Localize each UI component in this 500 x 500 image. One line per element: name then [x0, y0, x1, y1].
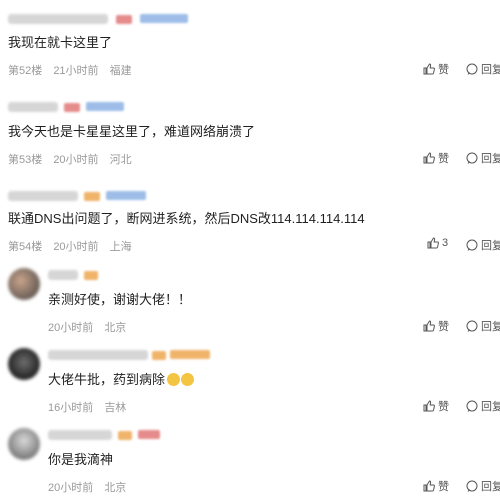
- username-blurred[interactable]: [8, 14, 108, 24]
- like-button[interactable]: 赞: [423, 398, 449, 414]
- comment-icon: [466, 152, 478, 164]
- comment-location: 福建: [109, 65, 132, 77]
- reply-label: 回复: [481, 153, 500, 165]
- vip-badge: [140, 14, 188, 23]
- avatar[interactable]: [8, 428, 40, 460]
- comment-meta: 第52楼 21小时前 福建: [8, 62, 140, 78]
- comment-icon: [466, 400, 478, 412]
- floor-number: 第54楼: [8, 241, 43, 253]
- level-badge: [84, 271, 98, 280]
- comment-time: 20小时前: [53, 241, 99, 253]
- reply-meta: 20小时前 北京: [48, 319, 134, 335]
- like-button[interactable]: 赞: [423, 61, 449, 77]
- reply-location: 北京: [104, 322, 127, 334]
- reply-label: 回复: [481, 240, 500, 252]
- username-blurred[interactable]: [8, 102, 58, 112]
- like-button[interactable]: 赞: [423, 318, 449, 334]
- like-label: 赞: [438, 153, 449, 165]
- level-badge: [152, 351, 166, 360]
- vip-badge: [138, 430, 160, 439]
- like-label: 赞: [438, 481, 449, 493]
- reply-button[interactable]: 回复: [466, 61, 500, 77]
- reply-time: 16小时前: [48, 402, 94, 414]
- reply-label: 回复: [481, 481, 500, 493]
- reply-text: 你是我滴神: [48, 452, 114, 467]
- reply-button[interactable]: 回复: [466, 237, 500, 253]
- reply-button[interactable]: 回复: [466, 150, 500, 166]
- username-blurred[interactable]: [48, 350, 148, 360]
- emoji-icon: [181, 373, 195, 386]
- level-badge: [118, 431, 132, 440]
- username-blurred[interactable]: [48, 270, 78, 280]
- floor-number: 第52楼: [8, 65, 43, 77]
- reply-text: 大佬牛批，药到病除: [48, 372, 195, 388]
- like-button[interactable]: 赞: [423, 150, 449, 166]
- level-badge: [84, 192, 100, 201]
- comment-icon: [466, 63, 478, 75]
- avatar[interactable]: [8, 268, 40, 300]
- reply-label: 回复: [481, 321, 500, 333]
- reply-button[interactable]: 回复: [466, 478, 500, 494]
- reply-button[interactable]: 回复: [466, 318, 500, 334]
- thumbs-up-icon: [423, 480, 435, 492]
- thumbs-up-icon: [423, 63, 435, 75]
- level-badge: [64, 103, 80, 112]
- comment-icon: [466, 239, 478, 251]
- thumbs-up-icon: [427, 237, 439, 249]
- reply-meta: 20小时前 北京: [48, 479, 134, 495]
- reply-text-body: 大佬牛批，药到病除: [48, 372, 166, 387]
- reply-time: 20小时前: [48, 322, 94, 334]
- like-label: 赞: [438, 64, 449, 76]
- reply-label: 回复: [481, 401, 500, 413]
- like-label: 赞: [438, 401, 449, 413]
- level-badge: [116, 15, 132, 24]
- reply-button[interactable]: 回复: [466, 398, 500, 414]
- comment-meta: 第54楼 20小时前 上海: [8, 238, 140, 254]
- like-button[interactable]: 赞: [423, 478, 449, 494]
- like-label: 赞: [438, 321, 449, 333]
- comment-location: 上海: [109, 241, 132, 253]
- vip-badge: [170, 350, 210, 359]
- like-button[interactable]: 3: [427, 237, 448, 249]
- comment-text: 我现在就卡这里了: [8, 35, 113, 50]
- emoji-icon: [167, 373, 181, 386]
- vip-badge: [106, 191, 146, 200]
- avatar[interactable]: [8, 348, 40, 380]
- reply-time: 20小时前: [48, 482, 94, 494]
- thumbs-up-icon: [423, 400, 435, 412]
- username-blurred[interactable]: [48, 430, 112, 440]
- reply-location: 吉林: [104, 402, 127, 414]
- reply-meta: 16小时前 吉林: [48, 399, 134, 415]
- thumbs-up-icon: [423, 152, 435, 164]
- reply-text: 亲测好使，谢谢大佬！！: [48, 292, 192, 307]
- comment-location: 河北: [109, 154, 132, 166]
- comment-meta: 第53楼 20小时前 河北: [8, 151, 140, 167]
- like-count: 3: [442, 237, 449, 249]
- comment-time: 20小时前: [53, 154, 99, 166]
- comment-icon: [466, 480, 478, 492]
- comment-text: 我今天也是卡星星这里了，难道网络崩溃了: [8, 124, 256, 139]
- comment-icon: [466, 320, 478, 332]
- comment-time: 21小时前: [53, 65, 99, 77]
- comment-text: 联通DNS出问题了，断网进系统，然后DNS改114.114.114.114: [8, 211, 365, 226]
- reply-label: 回复: [481, 64, 500, 76]
- username-blurred[interactable]: [8, 191, 78, 201]
- reply-location: 北京: [104, 482, 127, 494]
- vip-badge: [86, 102, 124, 111]
- floor-number: 第53楼: [8, 154, 43, 166]
- thumbs-up-icon: [423, 320, 435, 332]
